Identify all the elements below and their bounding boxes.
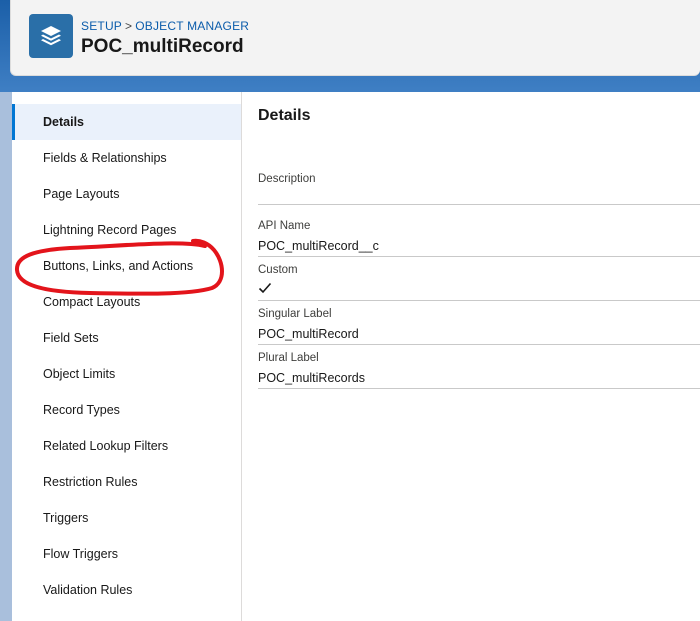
breadcrumb-object-manager[interactable]: OBJECT MANAGER [135,19,249,33]
sidebar-item-label: Restriction Rules [43,475,138,489]
breadcrumb-setup[interactable]: SETUP [81,19,122,33]
sidebar-item-triggers[interactable]: Triggers [12,500,241,536]
details-panel: Details Description API Name POC_multiRe… [243,92,700,621]
sidebar-item-label: Field Sets [43,331,99,345]
sidebar-item-lightning-record-pages[interactable]: Lightning Record Pages [12,212,241,248]
singular-label-label: Singular Label [258,308,332,320]
plural-label-value: POC_multiRecords [258,371,365,385]
sidebar-item-buttons-links-actions[interactable]: Buttons, Links, and Actions [12,248,241,284]
layers-icon [29,14,73,58]
breadcrumb-separator: > [125,19,133,33]
sidebar-item-fields-relationships[interactable]: Fields & Relationships [12,140,241,176]
field-divider [258,300,700,301]
sidebar-item-label: Lightning Record Pages [43,223,177,237]
sidebar-item-restriction-rules[interactable]: Restriction Rules [12,464,241,500]
custom-checkmark-icon [258,282,272,297]
field-divider [258,344,700,345]
singular-label-value: POC_multiRecord [258,327,359,341]
sidebar-item-label: Buttons, Links, and Actions [43,259,194,273]
sidebar-item-record-types[interactable]: Record Types [12,392,241,428]
page-header: SETUP > OBJECT MANAGER POC_multiRecord [10,0,700,76]
sidebar-item-label: Flow Triggers [43,547,119,561]
main-panel: Details Fields & Relationships Page Layo… [12,92,700,621]
custom-label: Custom [258,264,298,276]
sidebar-item-label: Compact Layouts [43,295,141,309]
field-divider [258,204,700,205]
sidebar-item-page-layouts[interactable]: Page Layouts [12,176,241,212]
sidebar-nav: Details Fields & Relationships Page Layo… [12,92,242,621]
description-label: Description [258,173,316,185]
page-title: POC_multiRecord [81,36,244,57]
sidebar-item-label: Triggers [43,511,89,525]
sidebar-item-object-limits[interactable]: Object Limits [12,356,241,392]
sidebar-item-label: Fields & Relationships [43,151,167,165]
sidebar-item-field-sets[interactable]: Field Sets [12,320,241,356]
api-name-label: API Name [258,220,311,232]
sidebar-item-label: Related Lookup Filters [43,439,169,453]
sidebar-item-label: Validation Rules [43,583,133,597]
sidebar-item-validation-rules[interactable]: Validation Rules [12,572,241,608]
plural-label-label: Plural Label [258,352,319,364]
sidebar-item-details[interactable]: Details [12,104,241,140]
sidebar-item-flow-triggers[interactable]: Flow Triggers [12,536,241,572]
field-divider [258,256,700,257]
sidebar-item-label: Record Types [43,403,120,417]
sidebar-item-related-lookup-filters[interactable]: Related Lookup Filters [12,428,241,464]
details-title: Details [258,107,311,124]
api-name-value: POC_multiRecord__c [258,239,379,253]
breadcrumb: SETUP > OBJECT MANAGER [81,19,249,33]
sidebar-item-label: Page Layouts [43,187,120,201]
background-left-strip [0,92,12,621]
field-divider [258,388,700,389]
sidebar-item-compact-layouts[interactable]: Compact Layouts [12,284,241,320]
sidebar-item-label: Object Limits [43,367,116,381]
sidebar-item-label: Details [43,115,84,129]
